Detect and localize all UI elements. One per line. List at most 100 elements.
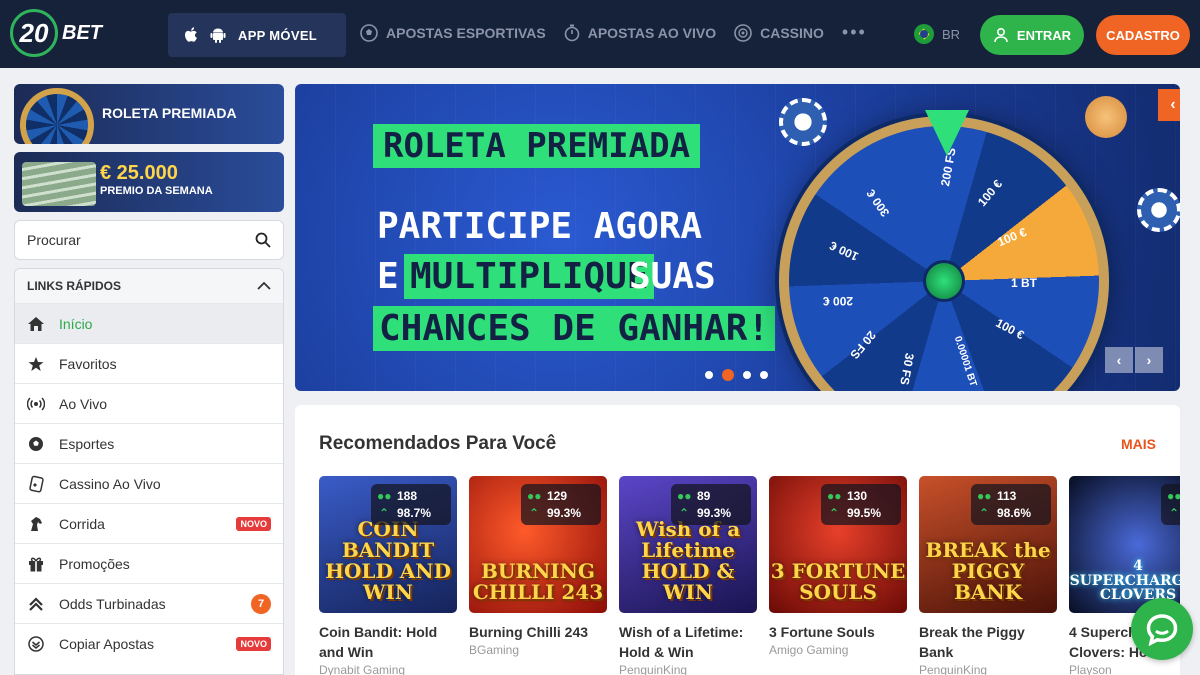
nav-sports[interactable]: APOSTAS ESPORTIVAS — [360, 23, 546, 42]
stopwatch-icon — [564, 24, 580, 41]
game-name[interactable]: Burning Chilli 243 — [469, 622, 607, 642]
rtp-value: 99.3% — [697, 506, 732, 520]
game-provider: BGaming — [469, 643, 520, 657]
sidebar-item-label: Odds Turbinadas — [59, 595, 166, 612]
players-count: 188 — [397, 489, 418, 503]
sidebar-item-home[interactable]: Início — [15, 303, 283, 343]
mobile-app-button[interactable]: APP MÓVEL — [168, 13, 346, 57]
game-art-text: BURNING CHILLI 243 — [472, 559, 604, 604]
carousel-next-button[interactable]: › — [1135, 347, 1163, 373]
game-card[interactable]: BURNING CHILLI 243 ●● 129 ⌃ 99.3% Burning … — [469, 476, 607, 657]
wheel-label: 20 FS — [847, 328, 879, 362]
banner-line-2b: MULTIPLIQUE — [404, 254, 655, 299]
carousel-dots — [705, 369, 768, 381]
more-menu-button[interactable]: ••• — [842, 22, 867, 43]
sidebar-item-favorites[interactable]: Favoritos — [15, 343, 283, 383]
sidebar-item-label: Cassino Ao Vivo — [59, 475, 161, 492]
game-card[interactable]: Wish of a Lifetime HOLD & WIN ●● 89 ⌃ 99.3… — [619, 476, 757, 675]
search-input[interactable] — [27, 232, 227, 248]
game-thumbnail[interactable]: BURNING CHILLI 243 ●● 129 ⌃ 99.3% — [469, 476, 607, 613]
live-chat-button[interactable] — [1131, 598, 1193, 660]
game-art-text: BREAK the PIGGY BANK — [925, 538, 1051, 604]
count-badge: 7 — [251, 593, 271, 614]
players-count: 130 — [847, 489, 868, 503]
game-stats: ●● 129 ⌃ 99.3% — [521, 484, 601, 525]
wheel-label: 100 € — [993, 315, 1027, 343]
rtp-icon: ⌃ — [378, 506, 390, 520]
game-provider: Playson — [1069, 663, 1112, 675]
wheel-label: 100 € — [975, 176, 1006, 210]
sidebar-item-live-casino[interactable]: Cassino Ao Vivo — [15, 463, 283, 503]
game-thumbnail[interactable]: 4 SUPERCHARGED CLOVERS ●● ⌃ — [1069, 476, 1180, 613]
game-stats: ●● 130 ⌃ 99.5% — [821, 484, 901, 525]
promo-weekly-card[interactable]: € 25.000 PREMIO DA SEMANA — [14, 152, 284, 212]
rtp-value: 98.7% — [397, 506, 432, 520]
search-box[interactable] — [14, 220, 284, 260]
wheel-label: 300 € — [863, 186, 893, 220]
game-name[interactable]: Wish of a Lifetime: Hold & Win — [619, 622, 757, 662]
carousel-dot[interactable] — [705, 371, 713, 379]
hero-banner[interactable]: ROLETA PREMIADA PARTICIPE AGORA E MULTIP… — [295, 84, 1180, 391]
cards-icon — [27, 475, 45, 493]
promo-roulette-card[interactable]: ROLETA PREMIADA — [14, 84, 284, 144]
game-name[interactable]: Break the Piggy Bank — [919, 622, 1057, 662]
carousel-nav: ‹ › — [1105, 347, 1163, 373]
players-count: 113 — [997, 489, 1017, 503]
chat-icon — [1146, 614, 1178, 646]
players-icon: ●● — [377, 489, 392, 503]
main-nav: APOSTAS ESPORTIVAS APOSTAS AO VIVO CASSI… — [360, 22, 867, 43]
rtp-icon: ⌃ — [1168, 506, 1180, 520]
game-thumbnail[interactable]: 3 FORTUNE SOULS ●● 130 ⌃ 99.5% — [769, 476, 907, 613]
app-button-label: APP MÓVEL — [238, 27, 318, 43]
game-stats: ●● 89 ⌃ 99.3% — [671, 484, 751, 525]
rtp-icon: ⌃ — [528, 506, 540, 520]
game-stats: ●● 188 ⌃ 98.7% — [371, 484, 451, 525]
sidebar-item-label: Início — [59, 315, 93, 332]
game-thumbnail[interactable]: Wish of a Lifetime HOLD & WIN ●● 89 ⌃ 99.3… — [619, 476, 757, 613]
quick-links-header[interactable]: LINKS RÁPIDOS — [15, 269, 283, 303]
search-icon[interactable] — [255, 232, 271, 248]
game-card[interactable]: BREAK the PIGGY BANK ●● 113 ⌃ 98.6% Break … — [919, 476, 1057, 675]
home-icon — [27, 315, 45, 333]
sidebar-item-promotions[interactable]: Promoções — [15, 543, 283, 583]
game-thumbnail[interactable]: COIN BANDIT HOLD AND WIN ●● 188 ⌃ 98.7% — [319, 476, 457, 613]
sidebar-item-boosted-odds[interactable]: Odds Turbinadas 7 — [15, 583, 283, 623]
promo-roulette-title: ROLETA PREMIADA — [102, 105, 237, 121]
game-name[interactable]: 3 Fortune Souls — [769, 622, 907, 642]
carousel-dot[interactable] — [760, 371, 768, 379]
game-card[interactable]: COIN BANDIT HOLD AND WIN ●● 188 ⌃ 98.7% Co… — [319, 476, 457, 675]
more-link[interactable]: MAIS — [1121, 436, 1156, 452]
nav-live[interactable]: APOSTAS AO VIVO — [564, 24, 716, 42]
players-icon: ●● — [1167, 489, 1180, 503]
logo-badge: 20 — [10, 9, 58, 57]
game-stats: ●● ⌃ — [1161, 484, 1180, 525]
login-button[interactable]: ENTRAR — [980, 15, 1084, 55]
sidebar-item-live[interactable]: Ao Vivo — [15, 383, 283, 423]
new-badge: NOVO — [236, 516, 271, 531]
carousel-dot[interactable] — [743, 371, 751, 379]
rtp-value: 99.3% — [547, 506, 582, 520]
game-art-text: 3 FORTUNE SOULS — [770, 559, 906, 604]
banner-collapse-button[interactable]: ‹ — [1158, 89, 1180, 121]
new-badge: NOVO — [236, 636, 271, 651]
carousel-prev-button[interactable]: ‹ — [1105, 347, 1133, 373]
register-label: CADASTRO — [1106, 27, 1180, 43]
rtp-icon: ⌃ — [828, 506, 840, 520]
chevron-up-icon[interactable] — [257, 281, 271, 291]
carousel-dot-active[interactable] — [722, 369, 734, 381]
game-thumbnail[interactable]: BREAK the PIGGY BANK ●● 113 ⌃ 98.6% — [919, 476, 1057, 613]
nav-casino-label: CASSINO — [760, 24, 824, 41]
game-card[interactable]: 3 FORTUNE SOULS ●● 130 ⌃ 99.5% 3 Fortune S… — [769, 476, 907, 657]
game-name[interactable]: Coin Bandit: Hold and Win — [319, 622, 457, 662]
banner-line-2a: E — [377, 256, 399, 297]
register-button[interactable]: CADASTRO — [1096, 15, 1190, 55]
sidebar-item-sports[interactable]: Esportes — [15, 423, 283, 463]
language-selector[interactable]: BR — [914, 24, 960, 44]
sidebar-item-copy-bets[interactable]: Copiar Apostas NOVO — [15, 623, 283, 663]
logo[interactable]: 20 BET — [10, 9, 120, 57]
banner-title: ROLETA PREMIADA — [373, 124, 701, 168]
language-label: BR — [942, 26, 961, 42]
nav-casino[interactable]: CASSINO — [734, 23, 824, 42]
game-stats: ●● 113 ⌃ 98.6% — [971, 484, 1051, 525]
sidebar-item-racing[interactable]: Corrida NOVO — [15, 503, 283, 543]
